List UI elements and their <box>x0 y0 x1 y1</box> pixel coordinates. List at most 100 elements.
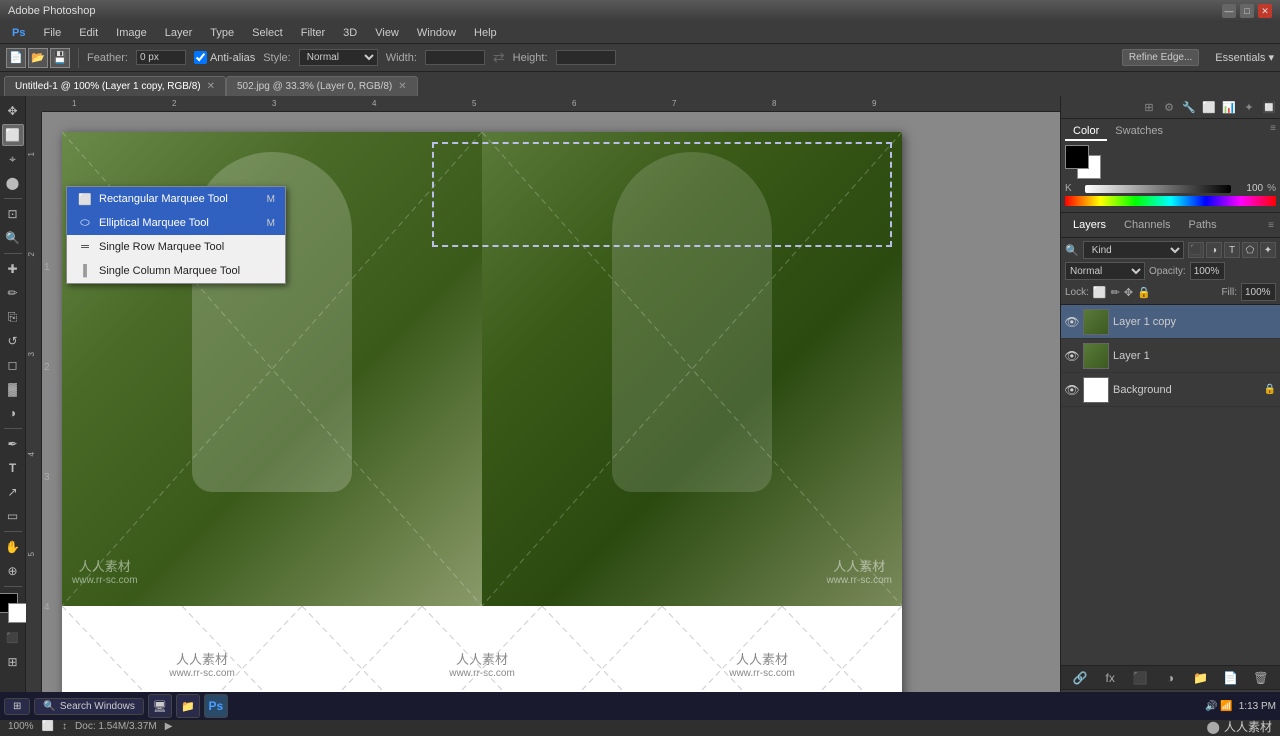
ctx-single-row-marquee[interactable]: ═ Single Row Marquee Tool <box>67 235 285 259</box>
width-input[interactable] <box>425 50 485 65</box>
quick-mask-btn[interactable]: ⬛ <box>2 627 24 649</box>
color-spectrum[interactable] <box>1065 196 1276 206</box>
menu-window[interactable]: Window <box>409 25 464 41</box>
panel-icon-4[interactable]: ⬜ <box>1200 98 1218 116</box>
menu-image[interactable]: Image <box>108 25 155 41</box>
menu-layer[interactable]: Layer <box>157 25 201 41</box>
taskbar-icon-2[interactable]: 📁 <box>176 694 200 718</box>
background-layer-item[interactable]: 👁 Background 🔒 <box>1061 373 1280 407</box>
menu-3d[interactable]: 3D <box>335 25 365 41</box>
crop-tool[interactable]: ⊡ <box>2 203 24 225</box>
type-filter-btn[interactable]: T <box>1224 242 1240 258</box>
tab-0-close[interactable]: ✕ <box>207 81 215 92</box>
menu-edit[interactable]: Edit <box>71 25 106 41</box>
shape-tool[interactable]: ▭ <box>2 505 24 527</box>
brush-tool[interactable]: ✏ <box>2 282 24 304</box>
taskbar-icon-1[interactable]: 🖥 <box>148 694 172 718</box>
layer-adj-btn[interactable]: ◑ <box>1161 669 1179 687</box>
panel-icon-2[interactable]: ⚙ <box>1160 98 1178 116</box>
menu-view[interactable]: View <box>367 25 407 41</box>
smart-filter-btn[interactable]: ✦ <box>1260 242 1276 258</box>
search-bar[interactable]: 🔍 Search Windows <box>34 698 143 715</box>
eyedropper-tool[interactable]: 🔍 <box>2 227 24 249</box>
eraser-tool[interactable]: ◻ <box>2 354 24 376</box>
ctx-single-col-marquee[interactable]: ║ Single Column Marquee Tool <box>67 259 285 283</box>
layer-1-copy-item[interactable]: 👁 Layer 1 copy <box>1061 305 1280 339</box>
lock-transparent-btn[interactable]: ⬜ <box>1093 286 1107 299</box>
new-doc-btn[interactable]: 📄 <box>6 48 26 68</box>
tab-1[interactable]: 502.jpg @ 33.3% (Layer 0, RGB/8) ✕ <box>226 76 418 96</box>
quick-select-tool[interactable]: ⬤ <box>2 172 24 194</box>
menu-ps[interactable]: Ps <box>4 25 33 41</box>
history-brush-tool[interactable]: ↺ <box>2 330 24 352</box>
swap-dimensions-btn[interactable]: ⇄ <box>493 49 505 66</box>
panel-icon-7[interactable]: 🔲 <box>1260 98 1278 116</box>
zoom-tool[interactable]: ⊕ <box>2 560 24 582</box>
paths-tab[interactable]: Paths <box>1183 217 1223 233</box>
panel-icon-6[interactable]: ✦ <box>1240 98 1258 116</box>
anti-alias-checkbox[interactable] <box>194 51 207 64</box>
background-color[interactable] <box>8 603 28 623</box>
layer-1-item[interactable]: 👁 Layer 1 <box>1061 339 1280 373</box>
minimize-button[interactable]: — <box>1222 4 1236 18</box>
feather-input[interactable] <box>136 50 186 65</box>
foreground-color-swatch[interactable] <box>1065 145 1089 169</box>
ctx-elliptical-marquee[interactable]: ⬭ Elliptical Marquee Tool M <box>67 211 285 235</box>
marquee-tool[interactable]: ⬜ <box>2 124 24 146</box>
save-btn[interactable]: 💾 <box>50 48 70 68</box>
hand-tool[interactable]: ✋ <box>2 536 24 558</box>
menu-type[interactable]: Type <box>202 25 242 41</box>
channels-tab[interactable]: Channels <box>1118 217 1176 233</box>
color-tab[interactable]: Color <box>1065 123 1107 141</box>
menu-select[interactable]: Select <box>244 25 291 41</box>
panel-icon-5[interactable]: 📊 <box>1220 98 1238 116</box>
kind-filter[interactable]: Kind <box>1083 241 1184 259</box>
maximize-button[interactable]: □ <box>1240 4 1254 18</box>
tab-1-close[interactable]: ✕ <box>398 81 406 92</box>
panel-icon-3[interactable]: 🔧 <box>1180 98 1198 116</box>
start-button[interactable]: ⊞ <box>4 698 30 715</box>
tab-0[interactable]: Untitled-1 @ 100% (Layer 1 copy, RGB/8) … <box>4 76 226 96</box>
stamp-tool[interactable]: ⎘ <box>2 306 24 328</box>
ctx-rectangular-marquee[interactable]: ⬜ Rectangular Marquee Tool M <box>67 187 285 211</box>
menu-help[interactable]: Help <box>466 25 505 41</box>
layer-1-copy-visibility[interactable]: 👁 <box>1065 315 1079 329</box>
layer-group-btn[interactable]: 📁 <box>1192 669 1210 687</box>
path-select-tool[interactable]: ↗ <box>2 481 24 503</box>
layers-tab[interactable]: Layers <box>1067 217 1112 233</box>
close-button[interactable]: ✕ <box>1258 4 1272 18</box>
layer-fx-btn[interactable]: fx <box>1101 669 1119 687</box>
dodge-tool[interactable]: ◑ <box>2 402 24 424</box>
layer-delete-btn[interactable]: 🗑 <box>1252 669 1270 687</box>
refine-edge-button[interactable]: Refine Edge... <box>1122 49 1199 66</box>
style-select[interactable]: Normal Fixed Ratio Fixed Size <box>299 49 378 66</box>
pen-tool[interactable]: ✒ <box>2 433 24 455</box>
lock-position-btn[interactable]: ✥ <box>1124 286 1133 299</box>
color-panel-menu[interactable]: ≡ <box>1270 123 1276 141</box>
layer-mask-btn[interactable]: ⬛ <box>1131 669 1149 687</box>
k-slider[interactable] <box>1085 185 1231 193</box>
anti-alias-label[interactable]: Anti-alias <box>194 51 255 64</box>
swatches-tab[interactable]: Swatches <box>1107 123 1171 141</box>
pixel-filter-btn[interactable]: ⬛ <box>1188 242 1204 258</box>
lasso-tool[interactable]: ⌖ <box>2 148 24 170</box>
doc-size-arrow[interactable]: ▶ <box>165 721 173 732</box>
blend-mode-select[interactable]: Normal Multiply Screen Overlay <box>1065 262 1145 280</box>
taskbar-ps-icon[interactable]: Ps <box>204 694 228 718</box>
move-tool[interactable]: ✥ <box>2 100 24 122</box>
shape-filter-btn[interactable]: ⬠ <box>1242 242 1258 258</box>
menu-filter[interactable]: Filter <box>293 25 333 41</box>
lock-image-btn[interactable]: ✏ <box>1111 286 1120 299</box>
background-visibility[interactable]: 👁 <box>1065 383 1079 397</box>
height-input[interactable] <box>556 50 616 65</box>
healing-tool[interactable]: ✚ <box>2 258 24 280</box>
text-tool[interactable]: T <box>2 457 24 479</box>
layer-new-btn[interactable]: 📄 <box>1222 669 1240 687</box>
opacity-input[interactable] <box>1190 262 1225 280</box>
open-btn[interactable]: 📂 <box>28 48 48 68</box>
layer-link-btn[interactable]: 🔗 <box>1071 669 1089 687</box>
layers-panel-menu[interactable]: ≡ <box>1268 220 1274 231</box>
menu-file[interactable]: File <box>35 25 69 41</box>
adjust-filter-btn[interactable]: ◑ <box>1206 242 1222 258</box>
layer-1-visibility[interactable]: 👁 <box>1065 349 1079 363</box>
